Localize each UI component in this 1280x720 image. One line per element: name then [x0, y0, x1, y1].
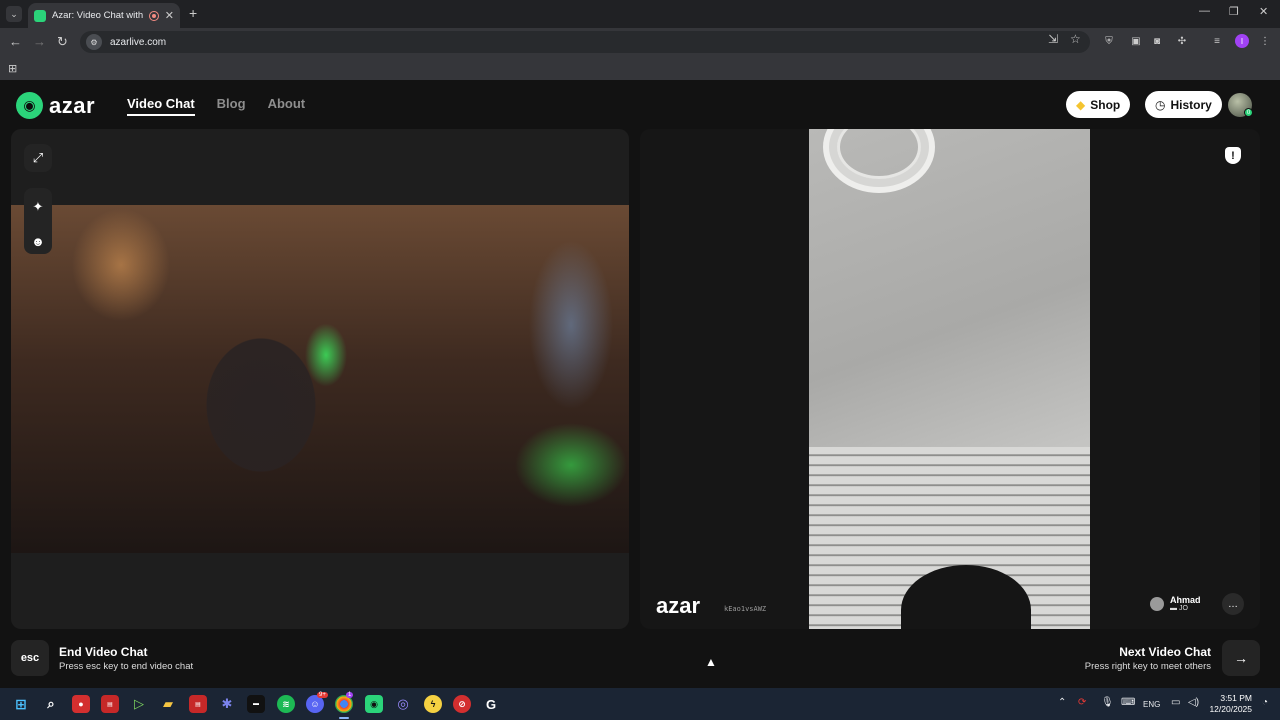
esc-extension-icon[interactable]: ▣	[1129, 34, 1143, 48]
azar-watermark: azar	[656, 593, 701, 618]
expand-icon[interactable]: ⤢	[24, 144, 52, 172]
nav-blog[interactable]: Blog	[217, 96, 246, 116]
effects-toolbar: ✦ ☻	[24, 188, 52, 254]
esc-button[interactable]: esc	[11, 640, 49, 676]
azar-page: ◉ azar Video Chat Blog About ◆ Shop ◷ Hi…	[0, 80, 1280, 688]
play-app-icon[interactable]: ▷	[130, 695, 148, 713]
window-close-icon[interactable]: ✕	[1259, 5, 1268, 18]
gem-icon: ◆	[1076, 97, 1086, 112]
volume-icon[interactable]: ◁)	[1188, 697, 1199, 708]
system-clock[interactable]: 3:51 PM 12/20/2025	[1208, 693, 1252, 715]
media-extension-icon[interactable]: ◙	[1150, 34, 1164, 48]
sparkle-effects-icon[interactable]: ✦	[24, 193, 52, 221]
azar-app-icon[interactable]: ◉	[365, 695, 383, 713]
minimize-icon[interactable]: —	[1199, 5, 1210, 17]
clock-icon: ◷	[1155, 97, 1166, 112]
notifications-icon[interactable]: ◔	[1262, 697, 1268, 708]
nav-about[interactable]: About	[268, 96, 306, 116]
partner-video-feed	[809, 129, 1090, 629]
end-chat-subtitle: Press esc key to end video chat	[59, 661, 194, 672]
microphone-icon[interactable]: 🎙	[1101, 697, 1114, 708]
clock-date: 12/20/2025	[1209, 704, 1252, 714]
voice-app-icon[interactable]: ▤	[101, 695, 119, 713]
language-indicator[interactable]: ENG	[1143, 700, 1160, 709]
network-icon[interactable]: ▭	[1171, 697, 1180, 708]
red-circle-app-icon[interactable]: ⊘	[453, 695, 471, 713]
voice-app-2-icon[interactable]: ▤	[189, 695, 207, 713]
azar-favicon-icon	[34, 9, 46, 22]
url-text: azarlive.com	[110, 36, 167, 48]
tab-title: Azar: Video Chat with New	[52, 10, 144, 21]
file-explorer-icon[interactable]: ▰	[159, 695, 177, 713]
shop-button[interactable]: ◆ Shop	[1066, 91, 1131, 118]
next-chat-subtitle: Press right key to meet others	[1084, 661, 1211, 672]
browser-tab-azar[interactable]: Azar: Video Chat with New ✕	[28, 3, 180, 28]
session-id: kEao1vsAWZ	[724, 605, 767, 613]
browser-menu-icon[interactable]: ⋮	[1258, 34, 1272, 48]
mouse-cursor-icon: ▲	[705, 655, 717, 669]
app-red-icon[interactable]: ●	[72, 695, 90, 713]
back-icon[interactable]: ←	[9, 34, 22, 49]
terminal-icon[interactable]: ▬	[247, 695, 265, 713]
browser-toolbar: ← → ↻ ⚙ azarlive.com ⇲ ☆ ⛨ ▣ ◙ ✣ ≡ I ⋮	[0, 28, 1280, 56]
partner-profile-card[interactable]: Ahmad ▬ JO	[1150, 595, 1201, 612]
self-video-feed	[11, 205, 629, 553]
end-chat-title: End Video Chat	[59, 645, 148, 659]
install-app-icon[interactable]: ⇲	[1048, 32, 1058, 46]
next-arrow-button[interactable]: →	[1222, 640, 1260, 676]
search-icon[interactable]: ⌕	[42, 695, 60, 713]
bookmarks-bar: ⊞	[0, 56, 1280, 80]
address-bar[interactable]: ⚙ azarlive.com	[80, 31, 1090, 53]
media-controls-icon[interactable]: ≡	[1210, 34, 1224, 48]
extensions-puzzle-icon[interactable]: ✣	[1175, 34, 1189, 48]
bookmark-star-icon[interactable]: ☆	[1070, 32, 1081, 46]
browser-tab-bar: ⌄ Azar: Video Chat with New ✕ + — ❐ ✕	[0, 0, 1280, 28]
nav-video-chat[interactable]: Video Chat	[127, 96, 195, 116]
show-hidden-icons[interactable]: ⌃	[1058, 697, 1066, 708]
windows-start-icon[interactable]: ⊞	[12, 695, 30, 713]
self-video-panel: ⤢ ✦ ☻	[11, 129, 629, 629]
face-mask-icon[interactable]: ☻	[24, 227, 52, 255]
partner-video-panel: ! azar kEao1vsAWZ Ahmad ▬ JO …	[640, 129, 1260, 629]
discord-badge: 9+	[317, 692, 328, 698]
azar-logo[interactable]: ◉ azar	[16, 92, 95, 119]
azar-logo-icon: ◉	[16, 92, 43, 119]
new-tab-button[interactable]: +	[189, 5, 197, 21]
history-button[interactable]: ◷ History	[1145, 91, 1222, 118]
azar-logo-text: azar	[49, 92, 96, 118]
restore-icon[interactable]: ❐	[1229, 5, 1239, 18]
site-nav: Video Chat Blog About	[127, 96, 305, 116]
history-label: History	[1170, 97, 1212, 112]
apps-grid-icon[interactable]: ⊞	[8, 62, 17, 75]
online-badge: 0	[1244, 108, 1253, 117]
clock-time: 3:51 PM	[1220, 693, 1252, 703]
windows-taskbar: ⊞ ⌕ ● ▤ ▷ ▰ ▤ ✱ ▬ ≋ ☺ 9+ 1 ◉ ◎ ϟ ⊘ G ⌃ ⟳…	[0, 688, 1280, 720]
circle-app-icon[interactable]: ◎	[394, 695, 412, 713]
site-info-icon[interactable]: ⚙	[86, 34, 102, 50]
jordan-flag-icon: ▬	[1170, 605, 1179, 612]
reload-icon[interactable]: ↻	[57, 34, 68, 50]
shop-label: Shop	[1090, 97, 1121, 112]
user-silhouette-icon	[1150, 596, 1164, 611]
sync-icon[interactable]: ⟳	[1078, 697, 1086, 708]
tab-close-icon[interactable]: ✕	[165, 9, 174, 22]
bolt-app-icon[interactable]: ϟ	[424, 695, 442, 713]
keyboard-icon[interactable]: ⌨	[1121, 697, 1135, 708]
recording-indicator-icon	[149, 10, 159, 21]
report-icon[interactable]: !	[1225, 147, 1241, 164]
partner-name: Ahmad	[1170, 595, 1201, 605]
next-chat-title: Next Video Chat	[1119, 645, 1211, 659]
tab-search-button[interactable]: ⌄	[6, 6, 22, 22]
partner-country: ▬ JO	[1170, 605, 1188, 612]
teams-icon[interactable]: ✱	[218, 695, 236, 713]
profile-avatar[interactable]: I	[1235, 34, 1249, 48]
ceiling-wall	[809, 129, 1090, 447]
chat-bubble-icon[interactable]: …	[1222, 593, 1244, 615]
g-app-icon[interactable]: G	[482, 695, 500, 713]
shield-extension-icon[interactable]: ⛨	[1102, 34, 1116, 48]
forward-icon[interactable]: →	[33, 34, 46, 49]
spotify-icon[interactable]: ≋	[277, 695, 295, 713]
chrome-badge: 1	[346, 692, 354, 698]
